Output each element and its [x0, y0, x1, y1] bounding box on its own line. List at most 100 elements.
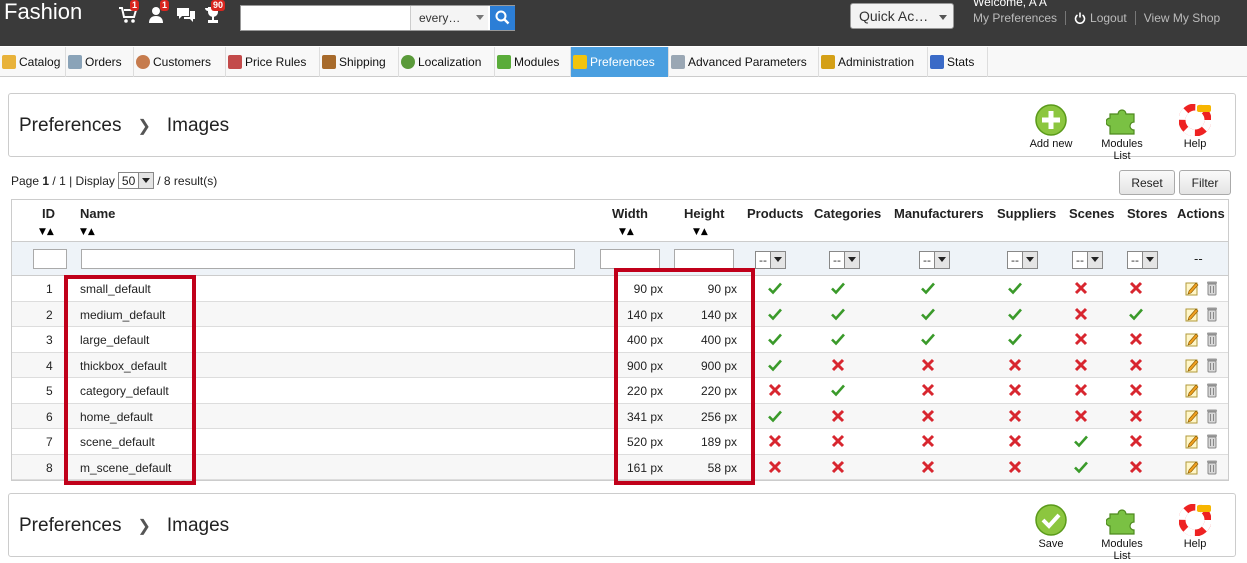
- check-icon: [1007, 306, 1023, 322]
- search-scope-value: every…: [419, 11, 461, 25]
- modules-list-button[interactable]: Modules List: [1092, 104, 1152, 162]
- customer-icon[interactable]: 1: [148, 0, 170, 26]
- search-scope-select[interactable]: every…: [410, 6, 488, 30]
- shop-name[interactable]: Fashion: [4, 0, 82, 25]
- edit-icon[interactable]: [1185, 280, 1199, 296]
- help-button[interactable]: Help: [1165, 503, 1225, 550]
- modules-list-label: Modules List: [1101, 538, 1143, 562]
- search-box: every…: [240, 5, 515, 31]
- tab-price-rules[interactable]: Price Rules: [226, 47, 320, 77]
- cross-icon: [767, 459, 783, 475]
- delete-icon[interactable]: [1206, 280, 1220, 296]
- search-button[interactable]: [490, 6, 515, 30]
- message-icon[interactable]: [176, 6, 198, 26]
- cross-icon: [1007, 408, 1023, 424]
- col-products: Products: [747, 206, 804, 221]
- tab-preferences[interactable]: Preferences: [571, 47, 669, 77]
- quick-access-label: Quick Ac…: [859, 8, 929, 24]
- check-icon: [920, 306, 936, 322]
- stores-filter-select[interactable]: --: [1127, 251, 1158, 269]
- cross-icon: [1128, 433, 1144, 449]
- sort-arrows-icon[interactable]: ▼▲: [80, 227, 96, 237]
- delete-icon[interactable]: [1206, 459, 1220, 475]
- user-icon: [136, 55, 150, 69]
- help-button[interactable]: Help: [1165, 103, 1225, 150]
- quick-access-select[interactable]: Quick Ac…: [850, 3, 954, 29]
- delete-icon[interactable]: [1206, 433, 1220, 449]
- manufacturers-filter-select[interactable]: --: [919, 251, 950, 269]
- edit-icon[interactable]: [1185, 433, 1199, 449]
- tab-stats[interactable]: Stats: [928, 47, 988, 77]
- delete-icon[interactable]: [1206, 408, 1220, 424]
- check-icon: [1007, 331, 1023, 347]
- edit-icon[interactable]: [1185, 331, 1199, 347]
- key-icon: [821, 55, 835, 69]
- my-preferences-link[interactable]: My Preferences: [973, 11, 1057, 25]
- cross-icon: [1073, 408, 1089, 424]
- tab-shipping[interactable]: Shipping: [320, 47, 399, 77]
- scenes-filter-select[interactable]: --: [1072, 251, 1103, 269]
- delete-icon[interactable]: [1206, 357, 1220, 373]
- check-icon: [767, 331, 783, 347]
- check-icon: [830, 306, 846, 322]
- tab-localization[interactable]: Localization: [399, 47, 495, 77]
- cross-icon: [920, 459, 936, 475]
- tab-administration[interactable]: Administration: [819, 47, 928, 77]
- cross-icon: [1073, 382, 1089, 398]
- sort-arrows-icon[interactable]: ▼▲: [693, 227, 709, 237]
- reset-button[interactable]: Reset: [1119, 170, 1175, 195]
- id-filter-input[interactable]: [33, 249, 67, 269]
- search-input[interactable]: [243, 8, 408, 28]
- tab-modules[interactable]: Modules: [495, 47, 571, 77]
- cross-icon: [1128, 280, 1144, 296]
- breadcrumb-section[interactable]: Preferences: [19, 115, 121, 137]
- tab-catalog[interactable]: Catalog: [0, 47, 66, 77]
- cross-icon: [1073, 280, 1089, 296]
- delete-icon[interactable]: [1206, 306, 1220, 322]
- tab-label: Modules: [514, 55, 560, 69]
- filter-value: --: [1011, 253, 1019, 267]
- tab-label: Customers: [153, 55, 212, 69]
- row-id: 5: [46, 384, 53, 398]
- toolbar-panel-bottom: Preferences ❯ Images Save Modules List H…: [8, 493, 1236, 562]
- edit-icon[interactable]: [1185, 459, 1199, 475]
- modules-list-button[interactable]: Modules List: [1092, 504, 1152, 562]
- save-button[interactable]: Save: [1021, 504, 1081, 550]
- edit-icon[interactable]: [1185, 408, 1199, 424]
- check-icon: [1128, 306, 1144, 322]
- cart-icon[interactable]: 1: [118, 0, 140, 26]
- breadcrumb-section[interactable]: Preferences: [19, 515, 121, 537]
- trophy-icon[interactable]: 90: [203, 0, 226, 26]
- chevron-down-icon: [843, 252, 859, 268]
- delete-icon[interactable]: [1206, 382, 1220, 398]
- add-new-label: Add new: [1029, 138, 1073, 150]
- col-name: Name: [80, 206, 116, 221]
- delete-icon[interactable]: [1206, 331, 1220, 347]
- height-filter-input[interactable]: [674, 249, 734, 269]
- sort-arrows-icon[interactable]: ▼▲: [619, 227, 635, 237]
- per-page-select[interactable]: 50: [117, 172, 155, 189]
- logout-link[interactable]: Logout: [1090, 11, 1127, 25]
- sort-arrows-icon[interactable]: ▼▲: [39, 227, 55, 237]
- filter-value: --: [833, 253, 841, 267]
- suppliers-filter-select[interactable]: --: [1007, 251, 1038, 269]
- edit-icon[interactable]: [1185, 306, 1199, 322]
- chevron-right-icon: ❯: [137, 118, 151, 135]
- check-icon: [1073, 459, 1089, 475]
- tab-orders[interactable]: Orders: [66, 47, 134, 77]
- preferences-icon: [573, 55, 587, 69]
- edit-icon[interactable]: [1185, 382, 1199, 398]
- products-filter-select[interactable]: --: [755, 251, 786, 269]
- edit-icon[interactable]: [1185, 357, 1199, 373]
- name-filter-input[interactable]: [81, 249, 575, 269]
- categories-filter-select[interactable]: --: [829, 251, 860, 269]
- tab-advanced-parameters[interactable]: Advanced Parameters: [669, 47, 819, 77]
- view-shop-link[interactable]: View My Shop: [1144, 11, 1220, 25]
- row-id: 4: [46, 358, 53, 373]
- tab-customers[interactable]: Customers: [134, 47, 226, 77]
- breadcrumb: Preferences ❯ Images: [19, 515, 229, 537]
- width-filter-input[interactable]: [600, 249, 660, 269]
- add-new-button[interactable]: Add new: [1021, 104, 1081, 150]
- filter-button[interactable]: Filter: [1179, 170, 1231, 195]
- tab-label: Stats: [947, 55, 975, 69]
